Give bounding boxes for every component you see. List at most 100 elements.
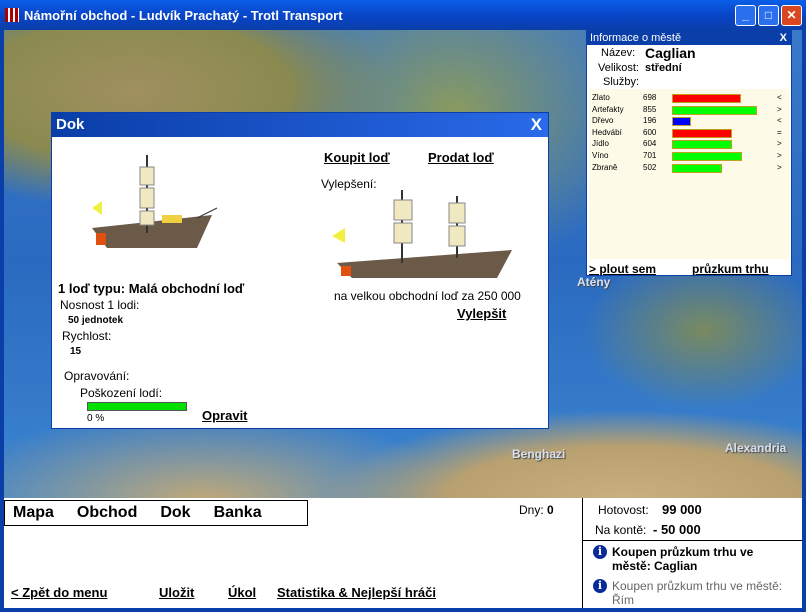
goods-price: 604	[643, 139, 657, 149]
goods-price-bar	[672, 105, 757, 115]
goods-price-bar	[672, 128, 732, 138]
goods-name: Víno	[592, 151, 609, 160]
sail-here-link[interactable]: > plout sem	[589, 262, 656, 276]
large-ship-image	[332, 190, 512, 278]
goods-row: Zbraně 502 >	[592, 163, 787, 174]
message-text: Koupen průzkum trhu ve městě: Řím	[612, 579, 783, 607]
goods-list: Zlato 698 < Artefakty 855 > Dřevo 196 < Hed…	[589, 89, 789, 259]
divider	[583, 540, 803, 541]
goods-trend: <	[777, 93, 782, 102]
goods-row: Jídlo 604 >	[592, 139, 787, 150]
title-bar: Námořní obchod - Ludvík Prachatý - Trotl…	[0, 0, 806, 30]
size-label: Velikost:	[598, 62, 639, 74]
goods-price: 502	[643, 162, 657, 172]
city-info-panel: Informace o městě X Název: Caglian Veliko…	[586, 30, 792, 276]
statistics-link[interactable]: Statistika & Nejlepší hráči	[277, 585, 436, 600]
app-icon	[5, 8, 19, 22]
days-label: Dny:	[519, 503, 544, 517]
goods-name: Hedvábí	[592, 127, 622, 137]
goods-price: 855	[643, 104, 657, 114]
goods-name: Zlato	[592, 93, 610, 102]
goods-trend: >	[777, 139, 782, 149]
city-info-title: Informace o městě	[590, 32, 682, 44]
goods-price-bar	[672, 140, 732, 150]
name-label: Název:	[601, 47, 636, 59]
goods-row: Hedvábí 600 =	[592, 128, 787, 139]
capacity-value: 50 jednotek	[68, 315, 124, 326]
dok-title: Dok	[56, 116, 85, 133]
maximize-button[interactable]: □	[758, 5, 779, 26]
account-label: Na kontě:	[595, 523, 647, 537]
goods-row: Artefakty 855 >	[592, 105, 787, 116]
status-side-panel: Hotovost: 99 000 Na kontě: - 50 000 i Kou…	[582, 498, 803, 608]
minimize-button[interactable]: _	[735, 5, 756, 26]
city-size: střední	[645, 62, 682, 74]
city-info-close-button[interactable]: X	[780, 31, 787, 45]
repair-label: Opravování:	[64, 369, 130, 383]
info-icon: i	[593, 545, 607, 559]
market-survey-link[interactable]: průzkum trhu	[692, 262, 769, 276]
nav-mapa[interactable]: Mapa	[13, 504, 54, 522]
goods-trend: >	[777, 162, 782, 172]
nav-obchod[interactable]: Obchod	[77, 504, 137, 522]
speed-value: 15	[70, 346, 82, 357]
services-label: Služby:	[603, 76, 640, 88]
save-link[interactable]: Uložit	[159, 585, 194, 600]
damage-bar	[87, 402, 187, 411]
goods-price-bar	[672, 117, 691, 127]
sell-ship-link[interactable]: Prodat loď	[428, 150, 494, 165]
message-item: i Koupen průzkum trhu ve městě: Caglian	[593, 545, 793, 573]
damage-label: Poškození lodí:	[80, 386, 163, 400]
upgrade-link[interactable]: Vylepšit	[457, 306, 506, 321]
capacity-label: Nosnost 1 lodi:	[60, 298, 140, 312]
goods-price: 701	[643, 151, 657, 160]
bottom-panel: Mapa Obchod Dok Banka Dny: 0 < Zpět do m…	[4, 498, 803, 608]
damage-value: 0 %	[87, 413, 105, 424]
goods-price: 600	[643, 127, 657, 137]
info-icon: i	[593, 579, 607, 593]
buy-ship-link[interactable]: Koupit loď	[324, 150, 390, 165]
task-link[interactable]: Úkol	[228, 585, 256, 600]
back-to-menu-link[interactable]: < Zpět do menu	[11, 585, 107, 600]
goods-name: Jídlo	[592, 139, 609, 149]
account-value: - 50 000	[653, 522, 701, 537]
message-item: i Koupen průzkum trhu ve městě: Řím	[593, 579, 798, 607]
map-label-alexandria[interactable]: Alexandria	[725, 441, 786, 455]
goods-row: Dřevo 196 <	[592, 116, 787, 127]
goods-price: 196	[643, 116, 657, 126]
main-nav: Mapa Obchod Dok Banka	[4, 500, 308, 526]
goods-price-bar	[672, 152, 742, 161]
goods-price-bar	[672, 94, 741, 103]
cash-label: Hotovost:	[598, 503, 649, 517]
nav-banka[interactable]: Banka	[214, 504, 262, 522]
goods-name: Artefakty	[592, 104, 624, 114]
goods-row: Víno 701 >	[592, 151, 787, 162]
city-name: Caglian	[645, 45, 696, 61]
cash-value: 99 000	[662, 502, 702, 517]
dok-close-button[interactable]: X	[531, 113, 542, 137]
goods-name: Dřevo	[592, 116, 614, 126]
window-title: Námořní obchod - Ludvík Prachatý - Trotl…	[24, 7, 343, 23]
map-label-benghazi[interactable]: Benghazi	[512, 447, 565, 461]
city-info-title-bar: Informace o městě X	[587, 31, 791, 45]
days-value: 0	[547, 503, 554, 517]
goods-trend: <	[777, 116, 782, 126]
goods-price-bar	[672, 163, 722, 173]
map-label-ateny[interactable]: Atény	[577, 275, 610, 289]
speed-label: Rychlost:	[62, 329, 112, 343]
repair-link[interactable]: Opravit	[202, 408, 248, 423]
dok-title-bar: Dok X	[52, 113, 548, 137]
goods-trend: >	[777, 151, 782, 160]
goods-trend: >	[777, 104, 782, 114]
nav-dok[interactable]: Dok	[160, 504, 190, 522]
goods-trend: =	[777, 127, 782, 137]
goods-row: Zlato 698 <	[592, 93, 787, 104]
message-text: Koupen průzkum trhu ve městě: Caglian	[612, 545, 754, 573]
small-ship-image	[92, 155, 218, 248]
ship-count: 1 loď typu: Malá obchodní loď	[58, 281, 245, 296]
close-button[interactable]: ✕	[781, 5, 802, 26]
upgrade-text: na velkou obchodní loď za 250 000	[334, 289, 521, 303]
goods-price: 698	[643, 93, 657, 102]
goods-name: Zbraně	[592, 162, 618, 172]
dok-dialog: Dok X Koupit loď Prodat loď Vylepšení: na…	[51, 112, 549, 429]
